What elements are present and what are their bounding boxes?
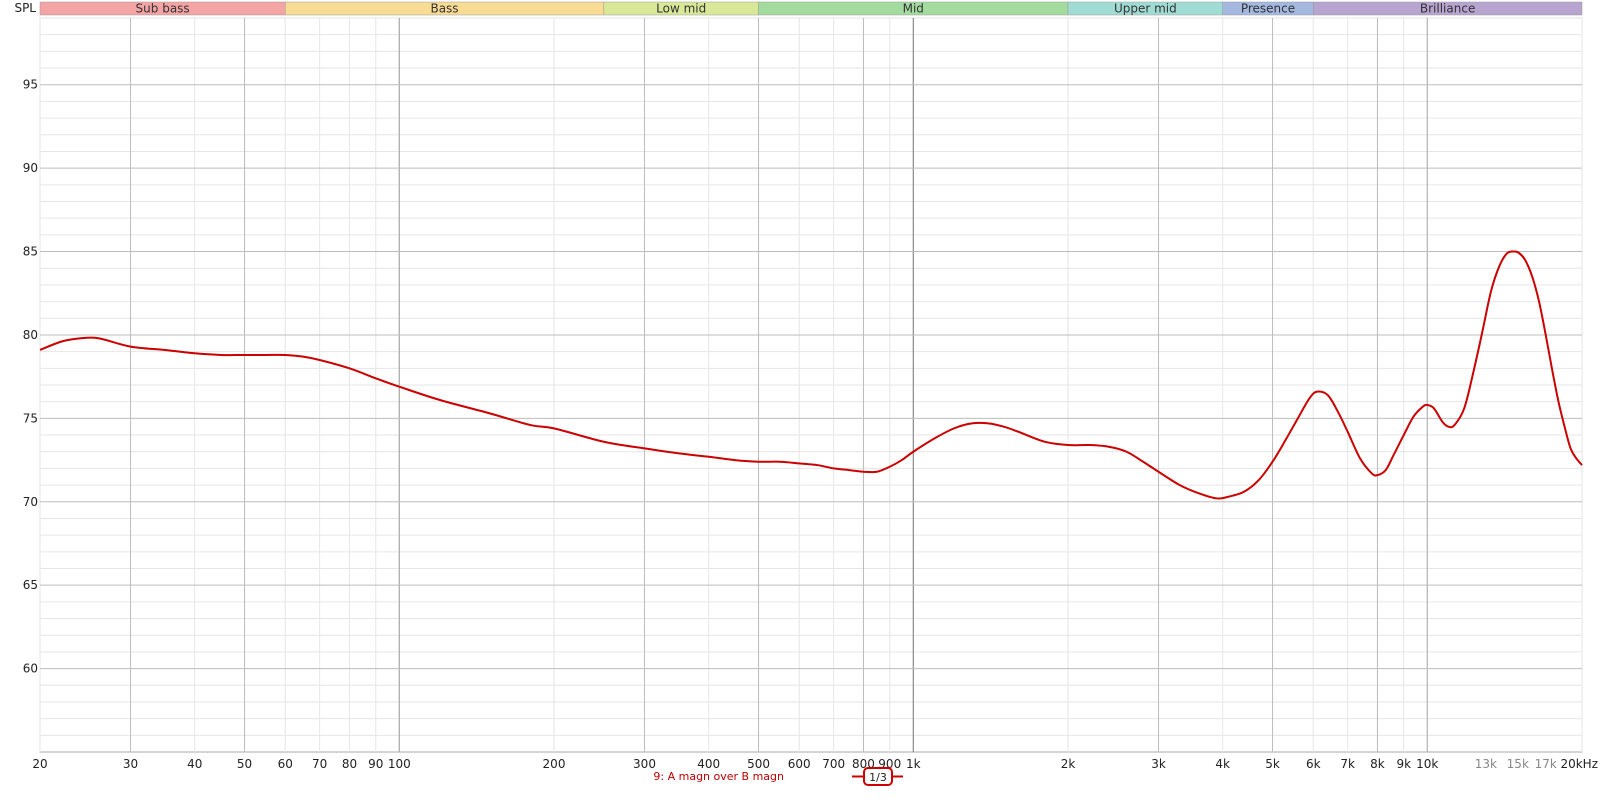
y-tick-label: 90 xyxy=(23,161,38,175)
x-tick-label: 2k xyxy=(1061,757,1076,771)
x-tick-label: 9k xyxy=(1396,757,1411,771)
band-label: Presence xyxy=(1241,2,1295,16)
frequency-response-chart: SPL Sub bass Bass Low mid Mid Upper mid Prese… xyxy=(14,1,1598,786)
x-tick-label: 70 xyxy=(312,757,327,771)
x-tick-label: 15k xyxy=(1507,757,1529,771)
x-tick-label: 20kHz xyxy=(1560,757,1598,771)
x-tick-label: 200 xyxy=(543,757,566,771)
x-tick-label: 60 xyxy=(278,757,293,771)
band-label: Upper mid xyxy=(1114,2,1177,16)
x-tick-label: 700 xyxy=(822,757,845,771)
legend-series-label[interactable]: 9: A magn over B magn xyxy=(653,770,784,783)
x-tick-label: 400 xyxy=(697,757,720,771)
band-label: Brilliance xyxy=(1420,2,1475,16)
y-tick-label: 70 xyxy=(23,495,38,509)
x-tick-label: 13k xyxy=(1475,757,1497,771)
y-axis-unit-label: SPL xyxy=(14,1,36,15)
y-tick-label: 80 xyxy=(23,328,38,342)
x-tick-label: 17k xyxy=(1535,757,1557,771)
band-label: Low mid xyxy=(656,2,706,16)
frequency-band-bar: Sub bass Bass Low mid Mid Upper mid Presence B… xyxy=(39,2,1583,16)
band-label: Bass xyxy=(430,2,458,16)
x-tick-label: 90 xyxy=(368,757,383,771)
x-tick-label: 100 xyxy=(388,757,411,771)
legend[interactable]: 9: A magn over B magn 1/3 xyxy=(653,767,903,786)
x-tick-label: 500 xyxy=(747,757,770,771)
x-tick-label: 1k xyxy=(906,757,921,771)
y-tick-label: 60 xyxy=(23,662,38,676)
y-tick-label: 75 xyxy=(23,411,38,425)
x-tick-label: 30 xyxy=(123,757,138,771)
x-tick-label: 6k xyxy=(1306,757,1321,771)
smoothing-label: 1/3 xyxy=(869,771,887,784)
x-tick-label: 20 xyxy=(32,757,47,771)
x-axis-tick-labels: 20 30 40 50 60 70 80 90 100 200 300 400 500 600 700 800… xyxy=(32,757,1598,771)
band-label: Mid xyxy=(903,2,924,16)
y-axis-tick-labels: 60 65 70 75 80 85 90 95 xyxy=(23,78,38,676)
x-tick-label: 80 xyxy=(342,757,357,771)
x-tick-label: 3k xyxy=(1151,757,1166,771)
x-tick-label: 8k xyxy=(1370,757,1385,771)
x-tick-label: 10k xyxy=(1416,757,1438,771)
y-tick-label: 65 xyxy=(23,578,38,592)
x-tick-label: 50 xyxy=(237,757,252,771)
band-label: Sub bass xyxy=(136,2,190,16)
y-tick-label: 85 xyxy=(23,245,38,259)
x-tick-label: 300 xyxy=(633,757,656,771)
x-tick-label: 7k xyxy=(1340,757,1355,771)
x-tick-label: 600 xyxy=(788,757,811,771)
x-tick-label: 40 xyxy=(187,757,202,771)
x-tick-label: 4k xyxy=(1215,757,1230,771)
x-tick-label: 5k xyxy=(1265,757,1280,771)
y-tick-label: 95 xyxy=(23,78,38,92)
